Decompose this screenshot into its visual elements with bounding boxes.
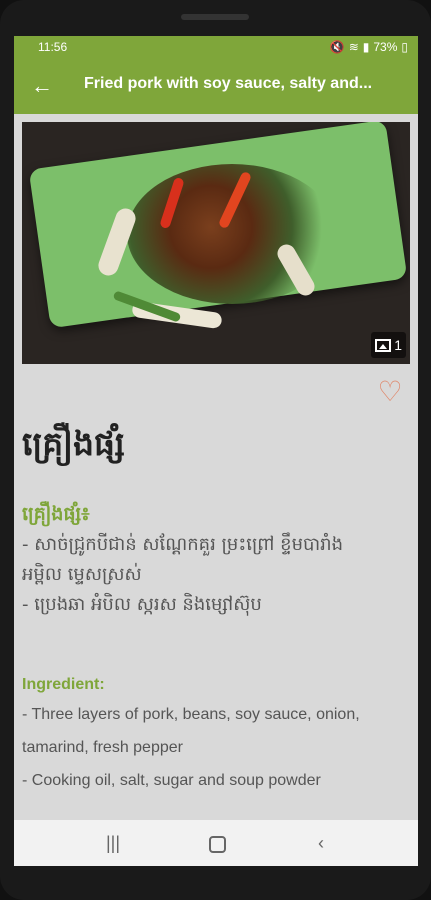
back-arrow-icon[interactable]: ← — [28, 72, 56, 100]
nav-back-icon[interactable]: ‹ — [308, 830, 334, 856]
khmer-ingredients: គ្រឿងផ្សំ៖ - សាច់ជ្រូកបីជាន់ សណ្ដែកគួរ ម… — [22, 502, 414, 620]
status-time: 11:56 — [38, 40, 68, 54]
english-ingredient-line: - Cooking oil, salt, sugar and soup powd… — [22, 772, 321, 789]
screen: 11:56 🔇 ≋ ▮ 73% ▯ ← Fried pork with soy … — [14, 36, 418, 866]
gallery-count-badge[interactable]: 1 — [371, 332, 406, 358]
recipe-photo[interactable]: 1 — [22, 122, 410, 364]
app-bar: ← Fried pork with soy sauce, salty and..… — [14, 58, 418, 114]
home-icon[interactable] — [204, 830, 230, 856]
status-bar: 11:56 🔇 ≋ ▮ 73% ▯ — [14, 36, 418, 58]
wifi-icon: ≋ — [348, 40, 359, 54]
english-ingredients: Ingredient: - Three layers of pork, bean… — [22, 676, 414, 797]
status-icons: 🔇 ≋ ▮ 73% ▯ — [330, 40, 408, 54]
phone-frame: 11:56 🔇 ≋ ▮ 73% ▯ ← Fried pork with soy … — [0, 0, 431, 900]
english-ingredient-line: tamarind, fresh pepper — [22, 739, 183, 756]
khmer-ingredient-line: - ប្រេងឆា អំបិល ស្ករស និងម្សៅស៊ុប — [22, 594, 262, 615]
battery-percent: 73% — [373, 40, 398, 54]
recipe-title-khmer: គ្រឿងផ្សំ — [22, 424, 125, 463]
khmer-ingredient-line: អម្ពិល ម្ទេសស្រស់ — [22, 564, 142, 585]
gallery-count: 1 — [394, 337, 402, 353]
battery-icon: ▯ — [401, 40, 408, 54]
recent-apps-icon[interactable]: ||| — [100, 830, 126, 856]
english-ingredient-line: - Three layers of pork, beans, soy sauce… — [22, 706, 360, 723]
signal-icon: ▮ — [362, 40, 370, 54]
page-title: Fried pork with soy sauce, salty and... — [84, 75, 373, 92]
khmer-ingredients-heading: គ្រឿងផ្សំ៖ — [22, 503, 90, 525]
speaker-grille — [181, 14, 249, 20]
image-icon — [375, 338, 392, 352]
mute-icon: 🔇 — [329, 40, 345, 54]
english-ingredients-heading: Ingredient: — [22, 676, 105, 693]
favorite-heart-icon[interactable]: ♡ — [376, 378, 404, 406]
khmer-ingredient-line: - សាច់ជ្រូកបីជាន់ សណ្ដែកគួរ ម្រះព្រៅ ខ្ទ… — [22, 534, 344, 555]
system-nav-bar: ||| ‹ — [14, 820, 418, 866]
